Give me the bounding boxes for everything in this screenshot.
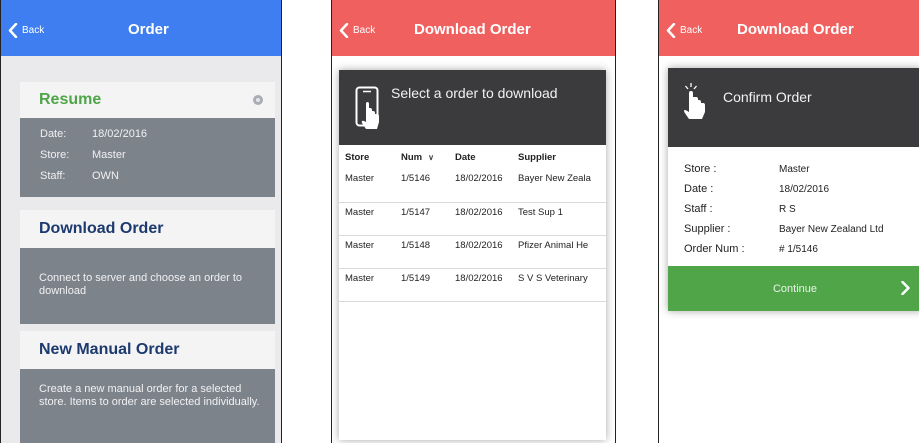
navbar: Back Order — [1, 0, 281, 56]
cell-num: 1/5148 — [395, 235, 449, 269]
info-value: 18/02/2016 — [92, 127, 148, 140]
chevron-down-icon[interactable]: ∨ — [428, 153, 434, 162]
order-select-header: Select a order to download — [339, 70, 606, 145]
confirm-order-title: Confirm Order — [723, 89, 812, 105]
info-label: Order Num : — [684, 243, 745, 255]
download-order-screen: Back Download Order Select a order to do… — [331, 0, 616, 443]
info-label: Store : — [684, 163, 717, 175]
confirm-order-header: Confirm Order — [668, 68, 919, 147]
info-label: Supplier : — [684, 223, 731, 235]
back-button[interactable]: Back — [8, 22, 44, 38]
cell-num: 1/5149 — [395, 268, 449, 302]
back-button[interactable]: Back — [339, 22, 375, 38]
info-value: # 1/5146 — [779, 243, 818, 255]
cell-date: 18/02/2016 — [449, 202, 512, 236]
back-button[interactable]: Back — [666, 22, 702, 38]
cell-num: 1/5146 — [395, 169, 449, 203]
navbar: Back Download Order — [332, 0, 615, 56]
download-order-title: Download Order — [39, 220, 164, 237]
chevron-left-icon — [8, 22, 18, 38]
cell-date: 18/02/2016 — [449, 235, 512, 269]
navbar: Back Download Order — [659, 0, 919, 56]
resume-title: Resume — [39, 91, 102, 108]
confirm-row-store: Store : Master — [668, 159, 919, 179]
page-title: Download Order — [737, 21, 854, 38]
info-value: Bayer New Zealand Ltd — [779, 223, 884, 235]
cell-store: Master — [339, 235, 395, 269]
back-label: Back — [680, 24, 703, 36]
chevron-left-icon — [339, 22, 349, 38]
cell-store: Master — [339, 169, 395, 203]
back-label: Back — [353, 24, 376, 36]
info-label: Store: — [40, 148, 70, 161]
info-label: Date: — [40, 127, 67, 140]
close-circle-icon[interactable] — [253, 95, 263, 105]
info-label: Staff: — [40, 169, 66, 182]
info-label: Date : — [684, 183, 714, 195]
continue-button[interactable]: Continue — [668, 266, 919, 311]
info-value: 18/02/2016 — [779, 183, 830, 195]
back-label: Back — [22, 24, 45, 36]
download-order-header: Download Order — [20, 210, 275, 248]
info-label: Staff : — [684, 203, 713, 215]
page-title: Order — [128, 21, 169, 38]
confirm-row-supplier: Supplier : Bayer New Zealand Ltd — [668, 219, 919, 239]
resume-row-date: Date: 18/02/2016 — [20, 123, 275, 144]
cell-date: 18/02/2016 — [449, 268, 512, 302]
confirm-row-date: Date : 18/02/2016 — [668, 179, 919, 199]
table-row[interactable]: Master 1/5148 18/02/2016 Pfizer Animal H… — [339, 235, 606, 269]
order-select-prompt: Select a order to download — [391, 85, 558, 101]
cell-supplier: Bayer New Zeala — [512, 169, 606, 203]
confirm-row-staff: Staff : R S — [668, 199, 919, 219]
info-value: OWN — [92, 169, 119, 182]
page-title: Download Order — [414, 21, 531, 38]
column-header-date[interactable]: Date — [449, 145, 512, 169]
chevron-left-icon — [666, 22, 676, 38]
table-row[interactable]: Master 1/5149 18/02/2016 S V S Veterinar… — [339, 268, 606, 302]
column-header-num[interactable]: Num ∨ — [395, 145, 449, 169]
table-row[interactable]: Master 1/5146 18/02/2016 Bayer New Zeala — [339, 169, 606, 203]
cell-supplier: Pfizer Animal He — [512, 235, 606, 269]
order-select-card: Select a order to download Store Num ∨ Da… — [339, 70, 606, 440]
confirm-order-card: Confirm Order Store : Master Date : 18/0… — [668, 68, 919, 311]
column-header-store[interactable]: Store — [339, 145, 395, 169]
column-header-supplier[interactable]: Supplier — [512, 145, 606, 169]
cell-date: 18/02/2016 — [449, 169, 512, 203]
info-value: Master — [779, 163, 810, 175]
cell-store: Master — [339, 268, 395, 302]
download-order-card[interactable]: Download Order Connect to server and cho… — [20, 210, 275, 324]
resume-header: Resume — [20, 82, 275, 118]
cell-supplier: Test Sup 1 — [512, 202, 606, 236]
table-header-row: Store Num ∨ Date Supplier — [339, 145, 606, 169]
download-order-description: Connect to server and choose an order to… — [20, 248, 275, 324]
resume-details: Date: 18/02/2016 Store: Master Staff: OW… — [20, 118, 275, 197]
cell-supplier: S V S Veterinary — [512, 268, 606, 302]
table-row[interactable]: Master 1/5147 18/02/2016 Test Sup 1 — [339, 202, 606, 236]
new-manual-order-description: Create a new manual order for a selected… — [20, 369, 275, 443]
confirm-order-details: Store : Master Date : 18/02/2016 Staff :… — [668, 147, 919, 259]
column-header-label: Num — [401, 151, 423, 163]
new-manual-order-header: New Manual Order — [20, 331, 275, 369]
resume-card[interactable]: Resume Date: 18/02/2016 Store: Master St… — [20, 82, 275, 197]
chevron-right-icon — [901, 281, 910, 295]
new-manual-order-card[interactable]: New Manual Order Create a new manual ord… — [20, 331, 275, 443]
confirm-order-screen: Back Download Order Confirm Order Store … — [658, 0, 919, 443]
cell-store: Master — [339, 202, 395, 236]
new-manual-order-title: New Manual Order — [39, 341, 180, 358]
continue-label: Continue — [772, 282, 818, 295]
info-value: Master — [92, 148, 126, 161]
hand-tap-icon — [684, 83, 705, 119]
confirm-row-order-num: Order Num : # 1/5146 — [668, 239, 919, 259]
resume-row-store: Store: Master — [20, 144, 275, 165]
order-screen: Back Order Resume Date: 18/02/2016 Store… — [0, 0, 282, 443]
resume-row-staff: Staff: OWN — [20, 165, 275, 186]
info-value: R S — [779, 203, 796, 215]
orders-table: Store Num ∨ Date Supplier Master 1/5146 1… — [339, 145, 606, 302]
tablet-touch-icon — [355, 86, 379, 129]
cell-num: 1/5147 — [395, 202, 449, 236]
